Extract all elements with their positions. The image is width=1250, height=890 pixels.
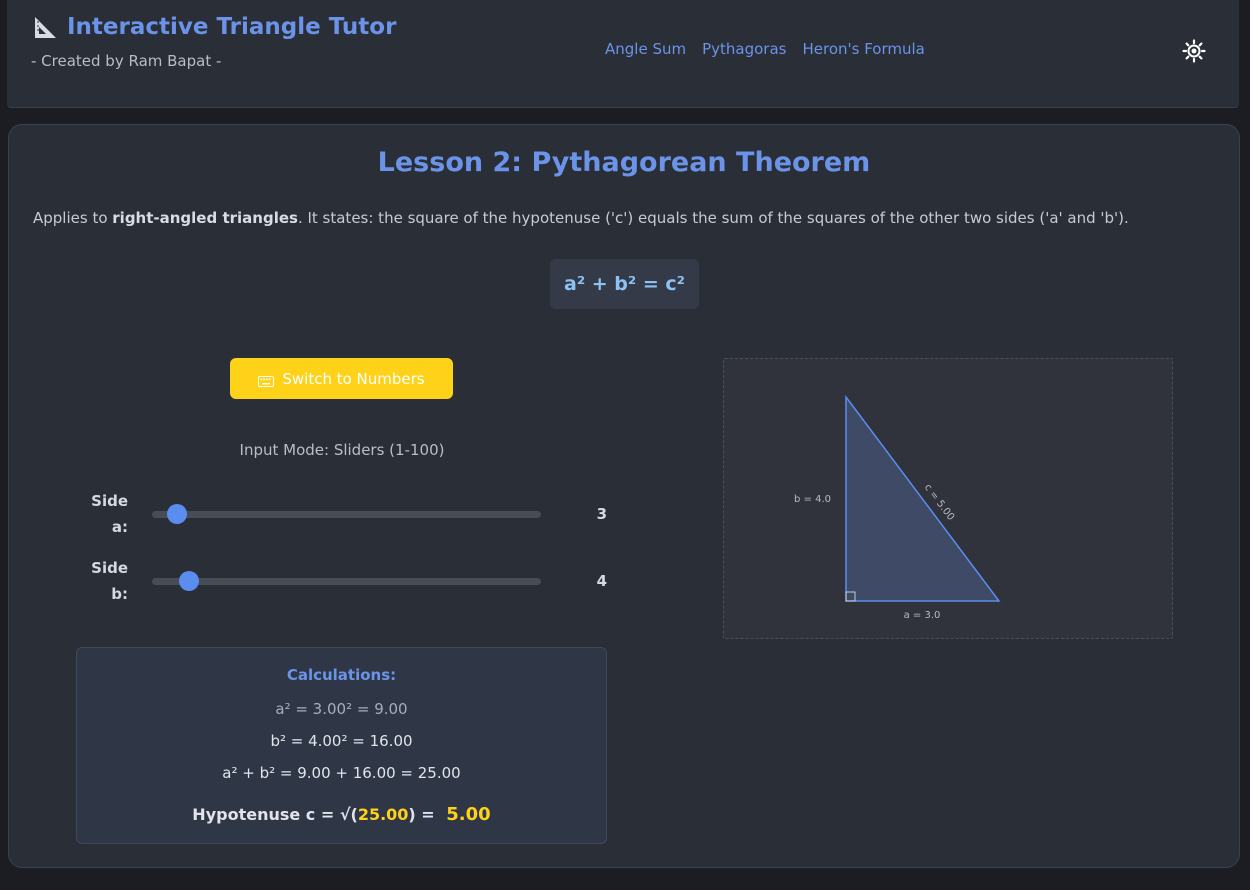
hyp-result: 5.00 bbox=[446, 804, 491, 825]
nav-link-herons-formula[interactable]: Heron's Formula bbox=[802, 40, 924, 58]
lesson-card: Lesson 2: Pythagorean Theorem Applies to… bbox=[8, 124, 1240, 868]
app-title-text: Interactive Triangle Tutor bbox=[67, 14, 397, 40]
description-bold-term: right-angled triangles bbox=[112, 209, 298, 227]
side-b-slider-thumb[interactable] bbox=[179, 571, 200, 591]
switch-button-label: Switch to Numbers bbox=[282, 369, 425, 388]
app-subtitle: - Created by Ram Bapat - bbox=[31, 52, 222, 70]
side-b-label-line2: b: bbox=[111, 585, 128, 603]
description-text-start: Applies to bbox=[33, 209, 113, 227]
nav-link-angle-sum[interactable]: Angle Sum bbox=[605, 40, 686, 58]
triangle-diagram: a = 3.0 b = 4.0 c = 5.00 bbox=[723, 358, 1173, 639]
sun-icon bbox=[1182, 39, 1206, 63]
switch-input-mode-button[interactable]: Switch to Numbers bbox=[230, 358, 453, 399]
triangular-ruler-icon bbox=[33, 14, 59, 40]
side-b-slider[interactable] bbox=[152, 571, 541, 591]
side-a-slider-thumb[interactable] bbox=[167, 504, 188, 524]
side-b-value: 4 bbox=[596, 572, 607, 590]
side-b-label-line1: Side bbox=[91, 559, 128, 577]
formula-text: a² + b² = c² bbox=[564, 273, 685, 295]
calc-line-sum: a² + b² = 9.00 + 16.00 = 25.00 bbox=[222, 764, 461, 782]
keyboard-icon bbox=[258, 373, 275, 387]
app-header: Interactive Triangle Tutor - Created by … bbox=[7, 0, 1239, 108]
right-triangle bbox=[845, 394, 1001, 602]
calculations-title: Calculations: bbox=[286, 666, 397, 684]
formula-box: a² + b² = c² bbox=[550, 259, 699, 309]
side-a-label-line1: Side bbox=[91, 492, 128, 510]
input-mode-label: Input Mode: Sliders (1-100) bbox=[239, 441, 445, 459]
nav-link-pythagoras[interactable]: Pythagoras bbox=[702, 40, 786, 58]
description-text-end: . It states: the square of the hypotenus… bbox=[297, 209, 1129, 227]
lesson-nav: Angle Sum Pythagoras Heron's Formula bbox=[605, 40, 925, 58]
hyp-inner-value: 25.00 bbox=[357, 805, 409, 824]
calc-line-a-squared: a² = 3.00² = 9.00 bbox=[275, 700, 408, 718]
theme-toggle-button[interactable] bbox=[1181, 38, 1207, 64]
side-a-value: 3 bbox=[596, 505, 607, 523]
side-b-label: Side b: bbox=[68, 555, 128, 607]
calculations-panel: Calculations: a² = 3.00² = 9.00 b² = 4.0… bbox=[76, 647, 607, 844]
triangle-svg: a = 3.0 b = 4.0 c = 5.00 bbox=[794, 394, 1001, 621]
lesson-description: Applies to right-angled triangles. It st… bbox=[33, 209, 1223, 227]
side-a-label-line2: a: bbox=[111, 518, 128, 536]
label-side-a: a = 3.0 bbox=[904, 610, 941, 621]
hyp-suffix: ) = bbox=[408, 805, 441, 824]
side-a-label: Side a: bbox=[68, 488, 128, 540]
side-a-slider[interactable] bbox=[152, 504, 541, 524]
calc-hypotenuse: Hypotenuse c = √(25.00) = 5.00 bbox=[77, 804, 606, 825]
label-side-b: b = 4.0 bbox=[794, 494, 831, 505]
app-title: Interactive Triangle Tutor bbox=[33, 14, 396, 40]
lesson-title: Lesson 2: Pythagorean Theorem bbox=[377, 147, 871, 178]
hyp-prefix: Hypotenuse c = √( bbox=[192, 805, 358, 824]
calc-line-b-squared: b² = 4.00² = 16.00 bbox=[270, 732, 413, 750]
